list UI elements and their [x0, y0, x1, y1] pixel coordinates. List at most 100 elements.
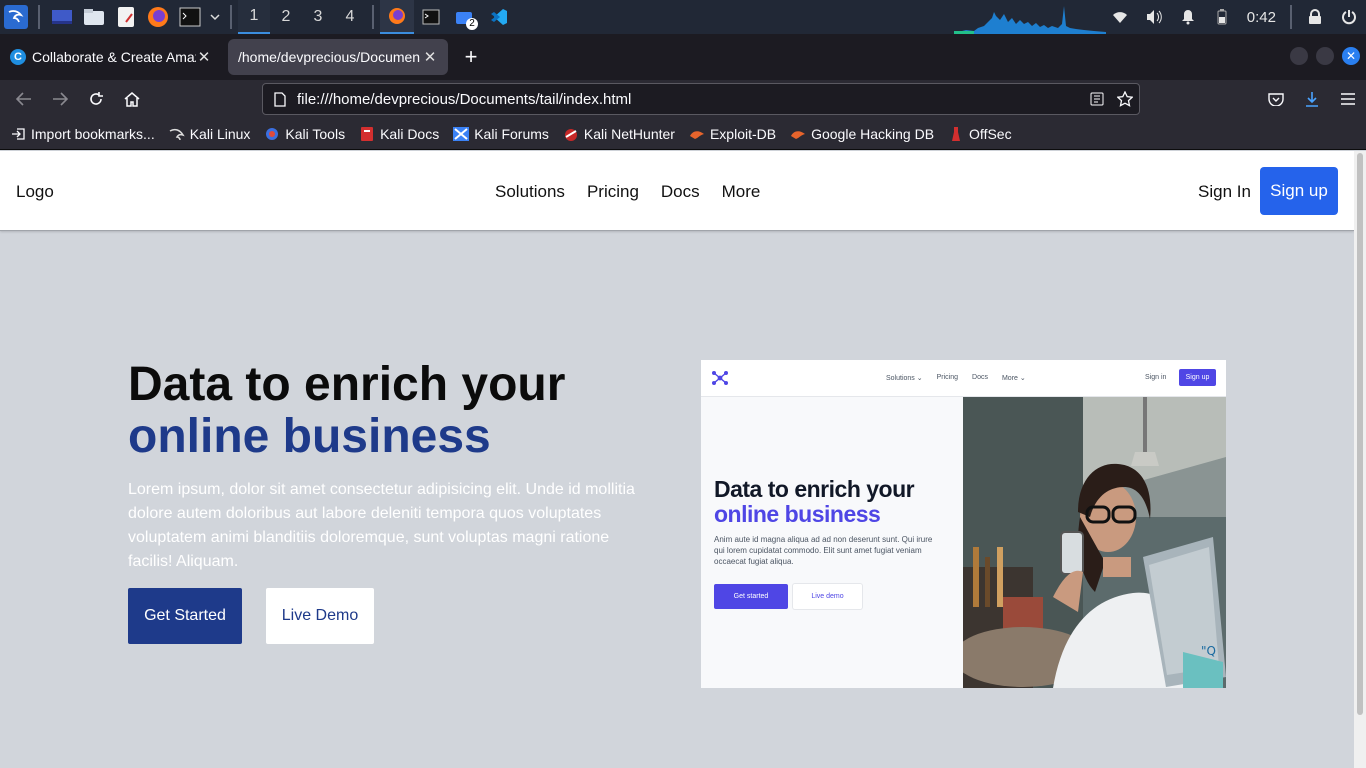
- bookmark-label: Kali Docs: [380, 125, 440, 142]
- workspace-1[interactable]: 1: [238, 0, 270, 34]
- site-header: Logo Solutions Pricing Docs More Sign In…: [0, 151, 1354, 231]
- tab-index-file[interactable]: /home/devprecious/Documen ✕: [228, 39, 448, 75]
- downloads-icon[interactable]: [1294, 83, 1330, 115]
- text-editor-icon[interactable]: [112, 4, 140, 30]
- terminal-window-icon[interactable]: [414, 0, 448, 34]
- reload-button[interactable]: [78, 83, 114, 115]
- bookmark-label: Kali Tools: [285, 125, 346, 142]
- tab-collaborate[interactable]: C Collaborate & Create Amaz ✕: [0, 39, 222, 75]
- home-button[interactable]: [114, 83, 150, 115]
- offsec-icon: [948, 126, 964, 142]
- mockup-title: Data to enrich your online business: [714, 476, 915, 527]
- files-window-icon[interactable]: 2: [448, 0, 482, 34]
- mockup-get-started: Get started: [714, 584, 788, 609]
- back-button[interactable]: [6, 83, 42, 115]
- exploit-db-icon: [689, 126, 705, 142]
- power-icon[interactable]: [1332, 0, 1366, 34]
- hamburger-menu-icon[interactable]: [1330, 83, 1366, 115]
- new-tab-button[interactable]: +: [456, 42, 486, 72]
- maximize-button[interactable]: [1316, 47, 1334, 65]
- kali-forums-icon: [453, 126, 470, 142]
- mockup-title-accent: online business: [714, 501, 881, 527]
- signin-link[interactable]: Sign In: [1198, 182, 1251, 202]
- pocket-icon[interactable]: [1258, 83, 1294, 115]
- live-demo-button[interactable]: Live Demo: [266, 588, 374, 644]
- bookmark-google-hacking-db[interactable]: Google Hacking DB: [790, 126, 934, 142]
- toolbar-right: [1258, 83, 1366, 115]
- bookmark-label: Kali Linux: [189, 125, 251, 142]
- mockup-logo-icon: [712, 371, 728, 385]
- bookmark-import[interactable]: Import bookmarks...: [10, 126, 155, 142]
- terminal-icon[interactable]: [176, 4, 204, 30]
- mockup-menu-item: Docs: [972, 374, 988, 381]
- bookmark-kali-nethunter[interactable]: Kali NetHunter: [563, 126, 675, 142]
- workspace-2[interactable]: 2: [270, 0, 302, 34]
- tab-title: Collaborate & Create Amaz: [32, 49, 196, 65]
- mockup-nav: Solutions ⌄ Pricing Docs More ⌄ Sign in …: [701, 360, 1226, 397]
- mockup-description: Anim aute id magna aliqua ad ad non dese…: [714, 535, 933, 566]
- workspace-4[interactable]: 4: [334, 0, 366, 34]
- hero-title-line1: Data to enrich your: [128, 358, 566, 411]
- close-tab-icon[interactable]: ✕: [422, 48, 438, 66]
- page-icon: [263, 91, 297, 107]
- hero-description: Lorem ipsum, dolor sit amet consectetur …: [128, 481, 635, 570]
- woman-with-phone-photo: "Q: [963, 397, 1226, 688]
- mockup-title-line1: Data to enrich your: [714, 476, 915, 502]
- desktop-icon[interactable]: [48, 4, 76, 30]
- page-scrollbar[interactable]: [1354, 151, 1366, 768]
- clock[interactable]: 0:42: [1239, 9, 1284, 26]
- scrollbar-thumb[interactable]: [1357, 153, 1363, 715]
- window-controls: ✕: [1290, 47, 1360, 65]
- mockup-signup: Sign up: [1179, 369, 1216, 386]
- wifi-icon[interactable]: [1103, 0, 1137, 34]
- bookmark-offsec[interactable]: OffSec: [948, 126, 1012, 142]
- bookmark-kali-forums[interactable]: Kali Forums: [453, 126, 549, 142]
- bookmark-label: Kali NetHunter: [583, 125, 675, 142]
- svg-text:"Q: "Q: [1201, 644, 1216, 658]
- close-window-button[interactable]: ✕: [1342, 47, 1360, 65]
- cpu-usage-graph: [954, 6, 1106, 34]
- bookmark-label: Kali Forums: [474, 125, 549, 142]
- url-text[interactable]: file:///home/devprecious/Documents/tail/…: [297, 91, 1083, 108]
- nav-link-pricing[interactable]: Pricing: [587, 182, 639, 202]
- nav-link-docs[interactable]: Docs: [661, 182, 700, 202]
- volume-icon[interactable]: [1137, 0, 1171, 34]
- tab-title: /home/devprecious/Documen: [238, 49, 421, 65]
- nethunter-icon: [563, 126, 579, 142]
- vscode-window-icon[interactable]: [482, 0, 516, 34]
- bookmark-kali-tools[interactable]: Kali Tools: [264, 126, 345, 142]
- lock-icon[interactable]: [1298, 0, 1332, 34]
- nav-link-solutions[interactable]: Solutions: [495, 182, 565, 202]
- battery-icon[interactable]: [1205, 0, 1239, 34]
- os-taskbar: 1 2 3 4 2 0:42: [0, 0, 1366, 34]
- mockup-menu-item: Solutions ⌄: [886, 375, 923, 382]
- bookmark-label: OffSec: [969, 125, 1012, 142]
- firefox-window-icon[interactable]: [380, 0, 414, 34]
- bookmark-label: Google Hacking DB: [811, 125, 935, 142]
- nav-link-more[interactable]: More: [722, 182, 761, 202]
- get-started-button[interactable]: Get Started: [128, 588, 242, 644]
- taskbar-separator: [372, 5, 374, 29]
- firefox-icon[interactable]: [144, 4, 172, 30]
- bookmark-kali-linux[interactable]: Kali Linux: [169, 125, 251, 142]
- hero-title-accent: online business: [128, 410, 491, 463]
- site-favicon-icon: C: [10, 49, 26, 65]
- forward-button[interactable]: [42, 83, 78, 115]
- bookmark-kali-docs[interactable]: Kali Docs: [359, 126, 439, 142]
- address-bar[interactable]: file:///home/devprecious/Documents/tail/…: [262, 83, 1140, 115]
- file-manager-icon[interactable]: [80, 4, 108, 30]
- site-logo[interactable]: Logo: [16, 182, 54, 202]
- workspace-3[interactable]: 3: [302, 0, 334, 34]
- hero-image: Solutions ⌄ Pricing Docs More ⌄ Sign in …: [701, 360, 1226, 688]
- kali-tools-icon: [264, 126, 280, 142]
- notification-bell-icon[interactable]: [1171, 0, 1205, 34]
- site-menu: Solutions Pricing Docs More: [495, 182, 782, 202]
- reader-view-icon[interactable]: [1083, 92, 1111, 106]
- chevron-down-icon[interactable]: [208, 4, 222, 30]
- close-tab-icon[interactable]: ✕: [196, 48, 212, 66]
- bookmark-exploit-db[interactable]: Exploit-DB: [689, 126, 776, 142]
- bookmark-star-icon[interactable]: [1111, 91, 1139, 107]
- signup-button[interactable]: Sign up: [1260, 167, 1338, 215]
- kali-menu-icon[interactable]: [2, 4, 30, 30]
- minimize-button[interactable]: [1290, 47, 1308, 65]
